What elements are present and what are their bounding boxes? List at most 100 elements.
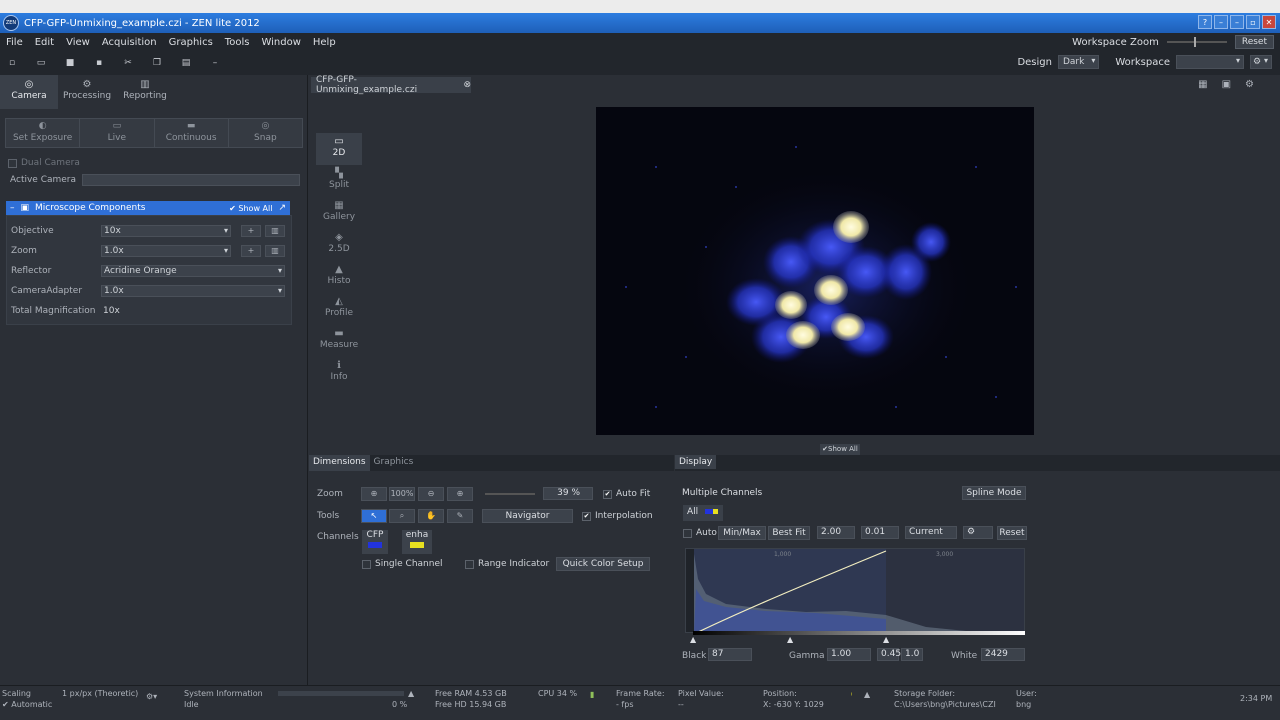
minimize-ribbon-button[interactable]: – (1214, 15, 1228, 29)
minmax-button[interactable]: Min/Max (718, 526, 766, 540)
maximize-button[interactable]: ▫ (1246, 15, 1260, 29)
zoom-percent-input[interactable]: 39 % (543, 487, 593, 500)
interpolation-checkbox[interactable]: ✔ (582, 511, 591, 521)
zoom-delete-icon[interactable]: ▥ (265, 245, 285, 257)
zoom-slider[interactable] (485, 493, 535, 495)
automatic-option[interactable]: ✔ Automatic (2, 700, 52, 709)
menu-acquisition[interactable]: Acquisition (96, 37, 163, 48)
tab-display[interactable]: Display (675, 455, 717, 469)
collapse-icon[interactable]: – (10, 203, 15, 213)
zoom-dropdown[interactable]: 1.0x (101, 245, 231, 257)
white-handle-icon[interactable]: ▲ (883, 635, 889, 644)
bestfit-value-1-input[interactable]: 2.00 (817, 526, 855, 539)
display-reset-button[interactable]: Reset (997, 526, 1027, 540)
spline-mode-button[interactable]: Spline Mode (962, 486, 1026, 500)
channel-cfp[interactable]: CFP (362, 530, 388, 554)
popout-icon[interactable]: ↗ (278, 203, 286, 213)
workspace-zoom-slider[interactable] (1166, 37, 1227, 47)
zoom-out-icon[interactable]: ⊖ (418, 487, 444, 501)
zoom-fit-icon[interactable]: ⊕ (361, 487, 387, 501)
histogram[interactable]: 1,000 3,000 (685, 548, 1025, 633)
tab-dimensions[interactable]: Dimensions (309, 455, 370, 471)
document-tab[interactable]: CFP-GFP-Unmixing_example.czi ⊗ (311, 75, 471, 95)
show-all-toggle[interactable]: ✔ Show All (229, 204, 272, 213)
current-dropdown[interactable]: Current (905, 526, 957, 539)
objective-delete-icon[interactable]: ▥ (265, 225, 285, 237)
zoom-in-icon[interactable]: ⊕ (447, 487, 473, 501)
active-camera-dropdown[interactable] (82, 174, 300, 186)
view-info[interactable]: ℹ Info (316, 357, 362, 389)
pan-tool-icon[interactable]: ✋ (418, 509, 444, 523)
pointer-tool-icon[interactable]: ↖ (361, 509, 387, 523)
paste-icon[interactable]: ▤ (180, 58, 192, 68)
menu-window[interactable]: Window (255, 37, 306, 48)
camera-adapter-dropdown[interactable]: 1.0x (101, 285, 285, 297)
scaling-settings-gear-icon[interactable]: ⚙▾ (146, 692, 157, 701)
info-icon[interactable]: ⁱ (851, 691, 852, 700)
microscopy-image[interactable] (596, 107, 1034, 435)
best-fit-button[interactable]: Best Fit (768, 526, 810, 540)
grid-view-icon[interactable]: ▦ (1198, 79, 1207, 90)
view-gallery[interactable]: ▦ Gallery (316, 197, 362, 229)
tab-processing[interactable]: ⚙ Processing (58, 75, 116, 109)
tab-camera[interactable]: ◎ Camera (0, 75, 58, 109)
menu-graphics[interactable]: Graphics (163, 37, 219, 48)
zoom-add-button[interactable]: + (241, 245, 261, 257)
view-settings-gear-icon[interactable]: ⚙ (1245, 79, 1254, 90)
save-as-icon[interactable]: ▪ (93, 58, 105, 68)
minimize-button[interactable]: – (1230, 15, 1244, 29)
minus-icon[interactable]: – (209, 58, 221, 68)
auto-fit-option[interactable]: ✔ Auto Fit (603, 489, 650, 499)
expand-icon[interactable]: ▲ (408, 689, 414, 698)
design-dropdown[interactable]: Dark (1057, 55, 1100, 69)
menu-help[interactable]: Help (307, 37, 342, 48)
workspace-reset-button[interactable]: Reset (1234, 35, 1274, 49)
open-folder-icon[interactable]: ▭ (35, 58, 47, 68)
menu-tools[interactable]: Tools (219, 37, 256, 48)
dual-camera-checkbox[interactable] (8, 158, 17, 168)
objective-add-button[interactable]: + (241, 225, 261, 237)
settings-gear-icon[interactable]: ⚙ (1250, 55, 1272, 69)
interpolation-option[interactable]: ✔ Interpolation (582, 511, 653, 521)
continuous-button[interactable]: ▬ Continuous (155, 119, 229, 147)
auto-fit-checkbox[interactable]: ✔ (603, 489, 612, 499)
dual-camera-option[interactable]: Dual Camera (8, 158, 80, 168)
single-channel-option[interactable]: Single Channel (362, 559, 442, 569)
auto-option[interactable]: Auto (683, 528, 717, 538)
workspace-dropdown[interactable] (1176, 55, 1244, 69)
tab-graphics[interactable]: Graphics (370, 455, 418, 471)
objective-dropdown[interactable]: 10x (101, 225, 231, 237)
show-all-button[interactable]: ✔Show All (820, 444, 860, 455)
draw-tool-icon[interactable]: ✎ (447, 509, 473, 523)
view-profile[interactable]: ◭ Profile (316, 293, 362, 325)
quick-color-setup-button[interactable]: Quick Color Setup (556, 557, 650, 571)
snap-button[interactable]: ◎ Snap (229, 119, 302, 147)
display-settings-gear-icon[interactable]: ⚙ (963, 526, 993, 539)
tab-reporting[interactable]: ▥ Reporting (116, 75, 174, 109)
histogram-range-bar[interactable] (693, 631, 1025, 635)
save-icon[interactable]: ■ (64, 58, 76, 68)
range-indicator-option[interactable]: Range Indicator (465, 559, 549, 569)
gamma-handle-icon[interactable]: ▲ (787, 635, 793, 644)
bestfit-value-2-input[interactable]: 0.01 (861, 526, 899, 539)
gamma-preset-10[interactable]: 1.0 (901, 648, 923, 661)
channel-gfp[interactable]: enha (402, 530, 432, 554)
view-measure[interactable]: ▬ Measure (316, 325, 362, 357)
microscope-components-header[interactable]: – ▣ Microscope Components ✔ Show All ↗ (6, 201, 290, 215)
view-2d[interactable]: ▭ 2D (316, 133, 362, 165)
expand-status-icon[interactable]: ▲ (864, 690, 870, 699)
range-indicator-checkbox[interactable] (465, 559, 474, 569)
menu-edit[interactable]: Edit (29, 37, 60, 48)
auto-checkbox[interactable] (683, 528, 692, 538)
reflector-dropdown[interactable]: Acridine Orange (101, 265, 285, 277)
zoom-tool-icon[interactable]: ⌕ (389, 509, 415, 523)
gamma-value-input[interactable]: 1.00 (827, 648, 871, 661)
channel-all-tab[interactable]: All (683, 505, 723, 521)
white-value-input[interactable]: 2429 (981, 648, 1025, 661)
set-exposure-button[interactable]: ◐ Set Exposure (6, 119, 81, 147)
view-split[interactable]: ▚ Split (316, 165, 362, 197)
live-button[interactable]: ▭ Live (80, 119, 155, 147)
black-value-input[interactable]: 87 (708, 648, 752, 661)
help-button[interactable]: ? (1198, 15, 1212, 29)
cut-icon[interactable]: ✂ (122, 58, 134, 68)
